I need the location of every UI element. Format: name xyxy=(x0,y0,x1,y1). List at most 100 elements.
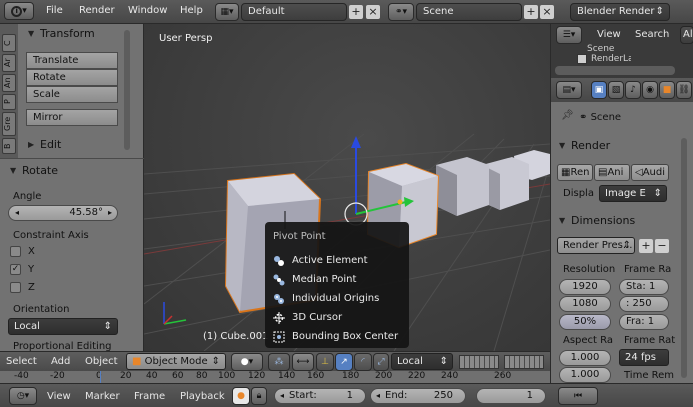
rotate-button[interactable]: Rotate xyxy=(26,69,118,86)
orientation-dropdown[interactable]: Local ⇕ xyxy=(8,318,118,335)
pivot-active-element[interactable]: Active Element xyxy=(273,252,403,270)
menu-marker[interactable]: Marker xyxy=(85,391,120,402)
resolution-percent-field[interactable]: 50% xyxy=(559,314,611,330)
menu-object[interactable]: Object xyxy=(85,356,118,367)
timeline-editor-type[interactable]: ◷▾ xyxy=(9,387,37,405)
timeline-ruler[interactable]: -40 -20 0 20 40 60 80 100 120 140 160 18… xyxy=(0,371,550,383)
properties-editor-type[interactable]: ▤▾ xyxy=(556,81,582,99)
operator-panel-title[interactable]: Rotate xyxy=(22,164,58,177)
menu-file[interactable]: File xyxy=(46,5,63,16)
pivot-median-point[interactable]: Median Point xyxy=(273,271,403,289)
collapse-triangle-icon[interactable]: ▼ xyxy=(28,29,34,38)
render-engine-dropdown[interactable]: Blender Render ⇕ xyxy=(570,3,670,21)
scene-field[interactable]: Scene xyxy=(416,3,522,21)
edit-panel-title[interactable]: Edit xyxy=(40,138,61,151)
axis-y-checkbox[interactable]: ✓ xyxy=(10,264,21,275)
menu-window[interactable]: Window xyxy=(128,5,167,16)
translate-manipulator[interactable]: ⊥ xyxy=(316,353,334,371)
start-frame-field[interactable]: ◂ Start: 1 xyxy=(274,388,366,404)
toolshelf-scrollbar[interactable] xyxy=(124,30,130,150)
angle-field[interactable]: ◂ 45.58° ▸ xyxy=(8,205,118,221)
tab-relations[interactable]: Ar xyxy=(2,54,16,72)
pin-icon[interactable]: 📌︎ xyxy=(561,110,574,121)
playback-controls[interactable]: ⏮︎ xyxy=(558,387,598,405)
resolution-x-field[interactable]: 1920 xyxy=(559,279,611,295)
add-scene-icon[interactable]: + xyxy=(524,5,538,19)
world-tab[interactable]: ◉ xyxy=(642,81,658,99)
close-scene-icon[interactable]: × xyxy=(540,5,554,19)
pivot-3d-cursor[interactable]: 3D Cursor xyxy=(273,309,403,327)
checkbox-icon[interactable] xyxy=(577,54,587,64)
curve-manipulator[interactable]: ◜ xyxy=(354,353,372,371)
current-frame-marker[interactable] xyxy=(100,371,101,383)
render-tab[interactable]: ▣ xyxy=(591,81,607,99)
collapse-triangle-icon[interactable]: ▼ xyxy=(559,216,565,225)
scene-tab[interactable]: ♪ xyxy=(625,81,641,99)
outliner-menu-view[interactable]: View xyxy=(597,29,621,40)
scale-button[interactable]: Scale xyxy=(26,86,118,103)
menu-render[interactable]: Render xyxy=(79,5,115,16)
expand-triangle-icon[interactable]: ▶ xyxy=(28,140,34,149)
frame-start-field[interactable]: Sta: 1 xyxy=(619,279,669,295)
screen-layout-button[interactable]: ▦▾ xyxy=(215,3,239,21)
end-frame-field[interactable]: ◂ End: 250 xyxy=(370,388,466,404)
translate-button[interactable]: Translate xyxy=(26,52,118,69)
transform-orientation-dropdown[interactable]: Local ⇕ xyxy=(391,353,453,370)
audio-button[interactable]: ◁Audi xyxy=(631,164,669,181)
scale-manipulator[interactable]: ⤢ xyxy=(373,353,389,371)
mode-dropdown[interactable]: ■ Object Mode ⇕ xyxy=(126,353,226,370)
display-dropdown[interactable]: Image E ⇕ xyxy=(599,185,667,202)
close-layout-icon[interactable]: × xyxy=(366,5,380,19)
render-panel-title[interactable]: Render xyxy=(571,139,610,152)
outliner-editor-type[interactable]: ☰▾ xyxy=(556,26,582,44)
render-layers-tab[interactable]: ▧ xyxy=(608,81,624,99)
animation-button[interactable]: ▤Ani xyxy=(594,164,630,181)
editor-type-button[interactable]: i ▾ xyxy=(4,2,34,20)
outliner-renderlayers-item[interactable]: RenderLayers xyxy=(591,54,631,64)
render-button[interactable]: ▦Ren xyxy=(557,164,593,181)
current-frame-field[interactable]: 1 xyxy=(476,388,546,404)
add-layout-icon[interactable]: + xyxy=(349,5,363,19)
lock-button[interactable]: 🔒︎ xyxy=(251,387,267,405)
menu-view[interactable]: View xyxy=(47,391,71,402)
tab-create[interactable]: C xyxy=(2,34,16,52)
layer-buttons-right[interactable] xyxy=(504,355,544,369)
dimensions-panel-title[interactable]: Dimensions xyxy=(571,214,635,227)
manipulator-toggle[interactable]: ⟷ xyxy=(292,353,314,371)
menu-add[interactable]: Add xyxy=(51,356,70,367)
tab-physics[interactable]: P xyxy=(2,94,16,110)
render-presets-dropdown[interactable]: Render Pres... ⇕ xyxy=(557,237,635,254)
rotate-manipulator[interactable]: ↗ xyxy=(335,353,353,371)
outliner-filter[interactable]: Al xyxy=(680,26,693,44)
scene-selector-button[interactable]: ⚭▾ xyxy=(388,3,414,21)
aspect-y-field[interactable]: 1.000 xyxy=(559,367,611,383)
layer-buttons-left[interactable] xyxy=(459,355,499,369)
menu-help[interactable]: Help xyxy=(180,5,203,16)
axis-x-checkbox[interactable] xyxy=(10,246,21,257)
aspect-x-field[interactable]: 1.000 xyxy=(559,350,611,366)
remove-preset-icon[interactable]: − xyxy=(655,239,669,253)
outliner-scrollbar[interactable] xyxy=(555,66,675,75)
record-button[interactable]: ● xyxy=(232,387,250,405)
menu-select[interactable]: Select xyxy=(6,356,37,367)
frame-end-field[interactable]: : 250 xyxy=(619,296,669,312)
properties-scrollbar[interactable] xyxy=(681,138,687,378)
outliner-scene-item[interactable]: Scene xyxy=(587,44,614,52)
pivot-bounding-box-center[interactable]: Bounding Box Center xyxy=(273,328,403,346)
frame-step-field[interactable]: Fra: 1 xyxy=(619,314,669,330)
screen-layout-field[interactable]: Default xyxy=(241,3,347,21)
constraints-tab[interactable]: ⛓︎ xyxy=(676,81,692,99)
object-tab[interactable]: ■ xyxy=(659,81,675,99)
tab-tools[interactable]: B xyxy=(2,138,16,154)
add-preset-icon[interactable]: + xyxy=(639,239,653,253)
collapse-triangle-icon[interactable]: ▼ xyxy=(559,141,565,150)
shading-dropdown[interactable]: ●▾ xyxy=(231,353,263,371)
pivot-individual-origins[interactable]: Individual Origins xyxy=(273,290,403,308)
axis-z-checkbox[interactable] xyxy=(10,282,21,293)
tab-animation[interactable]: An xyxy=(2,74,16,92)
tab-grease-pencil[interactable]: Gre xyxy=(2,112,16,136)
pivot-point-button[interactable]: ⁂ xyxy=(268,353,290,371)
menu-frame[interactable]: Frame xyxy=(134,391,165,402)
transform-panel-title[interactable]: Transform xyxy=(40,27,95,40)
resolution-y-field[interactable]: 1080 xyxy=(559,296,611,312)
